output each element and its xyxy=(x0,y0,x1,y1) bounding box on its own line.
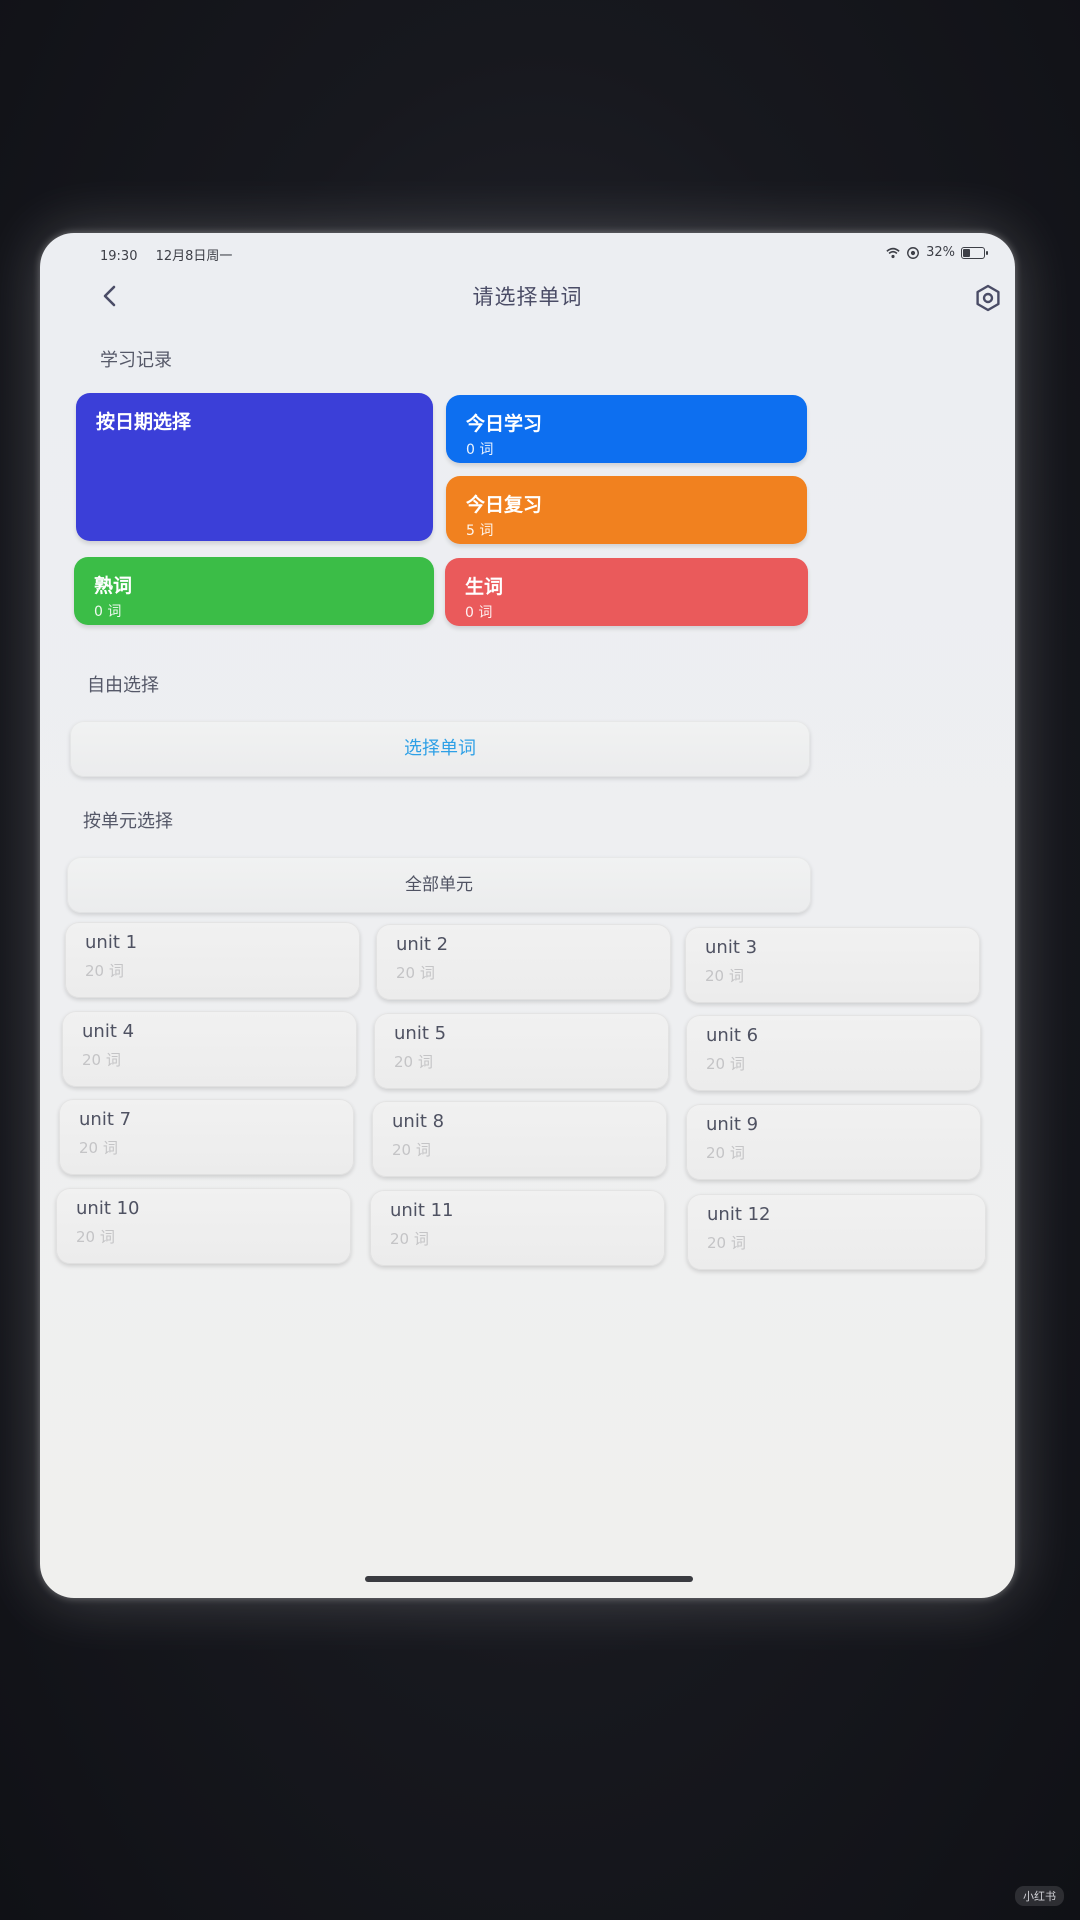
tile-count: 5 词 xyxy=(466,523,494,539)
all-units-label: 全部单元 xyxy=(405,875,473,895)
tile-select-by-date[interactable]: 按日期选择 xyxy=(76,393,433,541)
section-label-free: 自由选择 xyxy=(87,675,159,696)
unit-name: unit 6 xyxy=(706,1025,759,1046)
unit-name: unit 3 xyxy=(705,937,758,958)
tablet-screen: 19:30 12月8日周一 32% 请选择单词 学习记录 按日期选择 今日学习 … xyxy=(40,233,1015,1598)
unit-name: unit 8 xyxy=(392,1111,445,1132)
section-label-record: 学习记录 xyxy=(100,350,172,371)
tile-title: 熟词 xyxy=(94,575,133,597)
unit-card-4[interactable]: unit 4 20 词 xyxy=(62,1011,357,1087)
status-left: 19:30 12月8日周一 xyxy=(100,245,246,264)
unit-card-2[interactable]: unit 2 20 词 xyxy=(376,924,671,1000)
tile-count: 0 词 xyxy=(465,605,493,621)
unit-name: unit 12 xyxy=(707,1204,771,1225)
unit-word-count: 20 词 xyxy=(705,967,744,985)
unit-word-count: 20 词 xyxy=(390,1230,429,1248)
home-indicator[interactable] xyxy=(365,1576,693,1582)
unit-word-count: 20 词 xyxy=(85,962,124,980)
tile-title: 按日期选择 xyxy=(96,411,192,433)
unit-card-6[interactable]: unit 6 20 词 xyxy=(686,1015,981,1091)
unit-word-count: 20 词 xyxy=(396,964,435,982)
unit-word-count: 20 词 xyxy=(706,1144,745,1162)
unit-card-9[interactable]: unit 9 20 词 xyxy=(686,1104,981,1180)
unit-word-count: 20 词 xyxy=(82,1051,121,1069)
unit-word-count: 20 词 xyxy=(706,1055,745,1073)
status-bar: 19:30 12月8日周一 32% xyxy=(100,241,988,265)
battery-icon xyxy=(961,246,988,259)
select-words-label: 选择单词 xyxy=(404,738,476,759)
unit-name: unit 1 xyxy=(85,932,138,953)
battery-percent: 32% xyxy=(926,245,955,260)
unit-word-count: 20 词 xyxy=(79,1139,118,1157)
location-icon xyxy=(907,246,920,259)
tile-title: 今日学习 xyxy=(466,413,543,435)
unit-card-5[interactable]: unit 5 20 词 xyxy=(374,1013,669,1089)
status-right: 32% xyxy=(886,245,988,260)
unit-word-count: 20 词 xyxy=(392,1141,431,1159)
tile-title: 生词 xyxy=(465,576,504,598)
unit-name: unit 5 xyxy=(394,1023,447,1044)
unit-card-8[interactable]: unit 8 20 词 xyxy=(372,1101,667,1177)
unit-name: unit 2 xyxy=(396,934,449,955)
unit-name: unit 7 xyxy=(79,1109,132,1130)
nav-bar: 请选择单词 xyxy=(40,267,1015,323)
unit-card-10[interactable]: unit 10 20 词 xyxy=(56,1188,351,1264)
unit-name: unit 9 xyxy=(706,1114,759,1135)
unit-card-11[interactable]: unit 11 20 词 xyxy=(370,1190,665,1266)
tile-today-review[interactable]: 今日复习 5 词 xyxy=(446,476,807,544)
unit-card-12[interactable]: unit 12 20 词 xyxy=(687,1194,986,1270)
section-label-unit: 按单元选择 xyxy=(83,811,173,832)
tile-title: 今日复习 xyxy=(466,494,543,516)
wifi-icon xyxy=(886,247,900,258)
tile-count: 0 词 xyxy=(466,442,494,458)
unit-word-count: 20 词 xyxy=(707,1234,746,1252)
gear-icon[interactable] xyxy=(973,283,1003,313)
unit-name: unit 10 xyxy=(76,1198,140,1219)
page-title: 请选择单词 xyxy=(472,285,583,309)
select-words-button[interactable]: 选择单词 xyxy=(70,721,810,777)
unit-name: unit 11 xyxy=(390,1200,454,1221)
tile-familiar-words[interactable]: 熟词 0 词 xyxy=(74,557,434,625)
unit-word-count: 20 词 xyxy=(76,1228,115,1246)
watermark: 小红书 xyxy=(1015,1886,1064,1906)
tile-new-words[interactable]: 生词 0 词 xyxy=(445,558,808,626)
all-units-button[interactable]: 全部单元 xyxy=(67,857,811,913)
unit-name: unit 4 xyxy=(82,1021,135,1042)
status-date: 12月8日周一 xyxy=(155,249,233,264)
unit-card-3[interactable]: unit 3 20 词 xyxy=(685,927,980,1003)
tile-count: 0 词 xyxy=(94,604,122,620)
unit-word-count: 20 词 xyxy=(394,1053,433,1071)
unit-card-7[interactable]: unit 7 20 词 xyxy=(59,1099,354,1175)
tile-today-study[interactable]: 今日学习 0 词 xyxy=(446,395,807,463)
unit-card-1[interactable]: unit 1 20 词 xyxy=(65,922,360,998)
status-time: 19:30 xyxy=(100,249,138,264)
